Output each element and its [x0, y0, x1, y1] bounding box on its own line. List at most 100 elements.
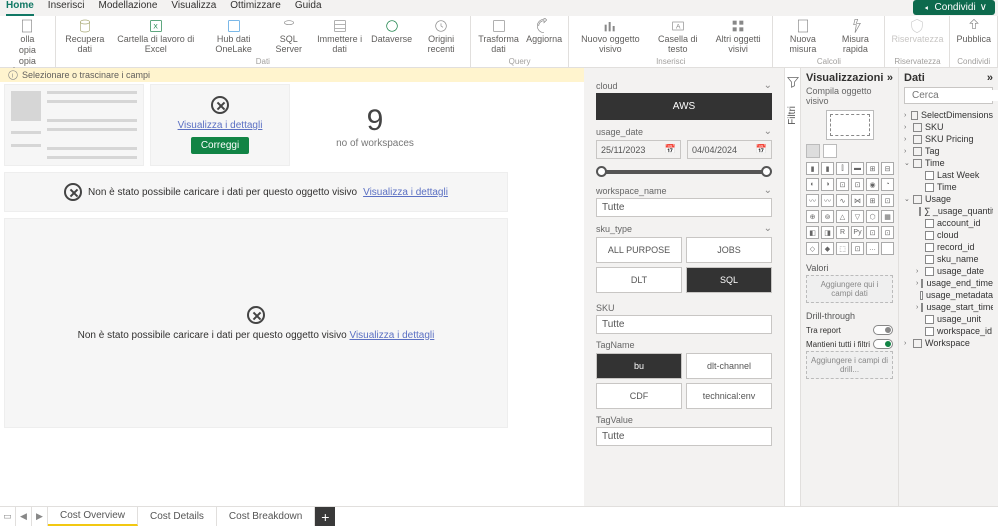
field-node[interactable]: usage_metadata	[904, 289, 993, 301]
chevron-down-icon[interactable]: ⌄	[764, 185, 772, 196]
ribbon-excel[interactable]: XCartella di lavoro di Excel	[114, 18, 198, 55]
table-node[interactable]: ›Tag	[904, 145, 993, 157]
field-checkbox[interactable]	[925, 183, 934, 192]
error-details-link[interactable]: Visualizza i dettagli	[349, 330, 434, 341]
slider-handle-right[interactable]	[761, 166, 772, 177]
field-checkbox[interactable]	[920, 291, 923, 300]
cross-report-toggle[interactable]	[873, 325, 893, 335]
values-well[interactable]: Aggiungere qui i campi dati	[806, 275, 893, 303]
field-node[interactable]: ›usage_start_time	[904, 301, 993, 313]
menu-help[interactable]: Guida	[295, 0, 322, 16]
field-node[interactable]: ∑ _usage_quantity	[904, 205, 993, 217]
sku-dropdown[interactable]: Tutte	[596, 315, 772, 334]
page-tab[interactable]: Cost Breakdown	[217, 507, 315, 526]
field-node[interactable]: record_id	[904, 241, 993, 253]
search-input[interactable]	[912, 90, 998, 101]
ribbon-quick-measure[interactable]: Misura rapida	[832, 18, 878, 55]
table-node[interactable]: ›SKU Pricing	[904, 133, 993, 145]
visual-type-icon[interactable]: ⊚	[821, 210, 834, 223]
field-checkbox[interactable]	[925, 255, 934, 264]
drill-well[interactable]: Aggiungere i campi di drill...	[806, 351, 893, 379]
ribbon-publish[interactable]: Pubblica	[956, 18, 991, 45]
field-checkbox[interactable]	[925, 327, 934, 336]
filters-pane-collapsed[interactable]: Filtri	[784, 68, 800, 508]
field-node[interactable]: ›usage_date	[904, 265, 993, 277]
date-slider[interactable]	[596, 163, 772, 179]
kpi-workspaces[interactable]: 9 no of workspaces	[296, 84, 454, 168]
field-node[interactable]: sku_name	[904, 253, 993, 265]
visual-type-icon[interactable]: ◨	[821, 226, 834, 239]
workspace-dropdown[interactable]: Tutte	[596, 198, 772, 217]
visual-type-icon[interactable]: ▬	[851, 162, 864, 175]
field-node[interactable]: usage_unit	[904, 313, 993, 325]
field-node[interactable]: Time	[904, 181, 993, 193]
visual-type-icon[interactable]: ⊞	[866, 194, 879, 207]
report-canvas[interactable]: i Selezionare o trascinare i campi Visua…	[0, 68, 584, 508]
visual-type-icon[interactable]: ⬡	[866, 210, 879, 223]
field-checkbox[interactable]	[921, 279, 923, 288]
visual-type-icon[interactable]: ▦	[881, 210, 894, 223]
menu-modeling[interactable]: Modellazione	[98, 0, 157, 16]
field-node[interactable]: cloud	[904, 229, 993, 241]
field-node[interactable]: workspace_id	[904, 325, 993, 337]
date-to-input[interactable]: 04/04/2024📅	[687, 140, 772, 159]
error-details-link[interactable]: Visualizza i dettagli	[178, 120, 263, 131]
visual-type-icon[interactable]: ⊞	[866, 162, 879, 175]
ribbon-refresh[interactable]: Aggiorna	[526, 18, 562, 45]
search-field[interactable]	[904, 87, 993, 104]
placeholder-visual[interactable]	[4, 84, 144, 166]
pages-menu-icon[interactable]: ▭	[0, 507, 16, 526]
sku-type-option[interactable]: ALL PURPOSE	[596, 237, 682, 263]
visual-type-icon[interactable]: ⊡	[851, 178, 864, 191]
page-tab[interactable]: Cost Overview	[48, 507, 138, 526]
tagname-option[interactable]: CDF	[596, 383, 682, 409]
sku-type-option[interactable]: DLT	[596, 267, 682, 293]
visual-type-icon[interactable]: ∿	[836, 194, 849, 207]
visual-type-icon[interactable]: ◧	[806, 226, 819, 239]
field-checkbox[interactable]	[925, 267, 934, 276]
chevron-down-icon[interactable]: ⌄	[764, 80, 772, 91]
chevron-down-icon[interactable]: ⌄	[764, 223, 772, 234]
format-tab[interactable]	[823, 144, 837, 158]
menu-insert[interactable]: Inserisci	[48, 0, 85, 16]
ribbon-more-visuals[interactable]: Altri oggetti visivi	[710, 18, 767, 55]
visual-type-icon[interactable]: 〰	[806, 194, 819, 207]
field-checkbox[interactable]	[925, 171, 934, 180]
chevron-right-icon[interactable]: »	[987, 72, 993, 84]
ribbon-onelake[interactable]: Hub dati OneLake	[204, 18, 264, 55]
visual-type-icon[interactable]: ⊕	[806, 210, 819, 223]
ribbon-sql[interactable]: SQL Server	[270, 18, 309, 55]
tagname-option[interactable]: dlt-channel	[686, 353, 772, 379]
field-checkbox[interactable]	[919, 207, 921, 216]
table-node[interactable]: ›SelectDimensions	[904, 109, 993, 121]
visual-type-icon[interactable]: ⊡	[881, 226, 894, 239]
sku-type-option[interactable]: JOBS	[686, 237, 772, 263]
visual-type-icon[interactable]: ⊟	[881, 162, 894, 175]
table-node[interactable]: ›Workspace	[904, 337, 993, 349]
visual-type-icon[interactable]: ⫿	[836, 162, 849, 175]
fix-button[interactable]: Correggi	[191, 137, 249, 154]
visual-type-icon[interactable]: R	[836, 226, 849, 239]
visual-type-icon[interactable]	[881, 242, 894, 255]
chevron-down-icon[interactable]: ⌄	[764, 126, 772, 137]
page-tab[interactable]: Cost Details	[138, 507, 217, 526]
visual-type-icon[interactable]: …	[866, 242, 879, 255]
menu-optimize[interactable]: Ottimizzare	[230, 0, 281, 16]
visual-type-icon[interactable]: ▮	[821, 162, 834, 175]
visual-type-icon[interactable]: ◔	[881, 178, 894, 191]
error-visual-1[interactable]: Visualizza i dettagli Correggi	[150, 84, 290, 166]
cloud-slicer[interactable]: AWS	[596, 93, 772, 120]
visual-type-icon[interactable]: △	[836, 210, 849, 223]
visual-type-icon[interactable]: ▽	[851, 210, 864, 223]
menu-home[interactable]: Home	[6, 0, 34, 16]
prev-page[interactable]: ◀	[16, 507, 32, 526]
field-checkbox[interactable]	[925, 231, 934, 240]
field-checkbox[interactable]	[921, 303, 923, 312]
menu-view[interactable]: Visualizza	[171, 0, 216, 16]
next-page[interactable]: ▶	[32, 507, 48, 526]
visual-type-icon[interactable]: Py	[851, 226, 864, 239]
error-visual-3[interactable]: Non è stato possibile caricare i dati pe…	[4, 218, 508, 428]
add-page-button[interactable]: +	[315, 507, 335, 526]
field-node[interactable]: account_id	[904, 217, 993, 229]
visual-type-icon[interactable]: ▮	[806, 162, 819, 175]
